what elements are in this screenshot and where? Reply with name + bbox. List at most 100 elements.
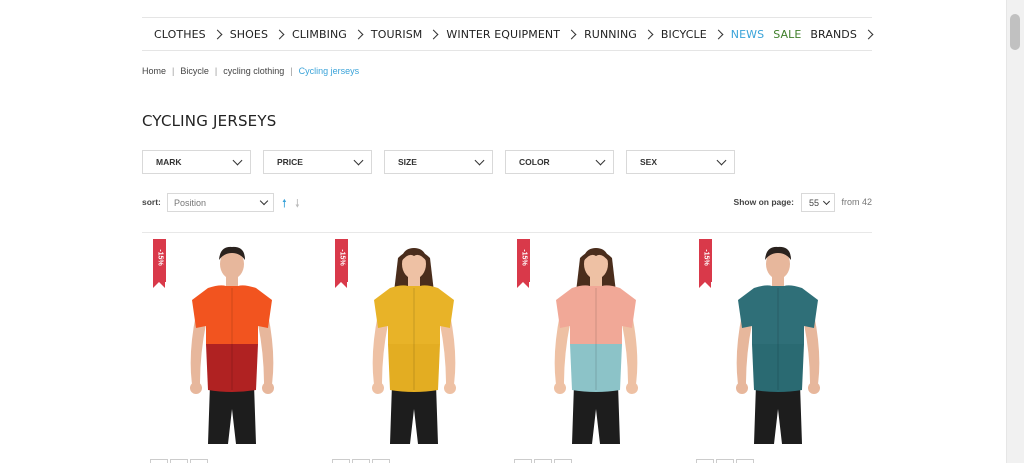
filter-price[interactable]: PRICE — [263, 150, 372, 174]
chevron-down-icon — [232, 155, 243, 165]
breadcrumb: Home | Bicycle | cycling clothing | Cycling je… — [142, 66, 359, 76]
shorts-shape — [754, 384, 802, 444]
breadcrumb-link[interactable]: Bicycle — [180, 66, 209, 76]
product-card[interactable]: -15% — [696, 238, 856, 463]
nav-item-label: TOURISM — [370, 27, 423, 41]
arrow-down-icon[interactable]: 🠗 — [295, 195, 300, 214]
nav-item-news[interactable]: NEWS — [731, 28, 764, 41]
arrow-up-icon[interactable]: 🠕 — [282, 195, 287, 214]
filter-label: MARK — [156, 157, 182, 167]
thumbnail[interactable] — [736, 459, 754, 463]
filter-label: SEX — [640, 157, 658, 167]
chevron-right-icon — [566, 29, 577, 39]
nav-item-bicycle[interactable]: BICYCLE — [660, 27, 724, 41]
thumbnail[interactable] — [332, 459, 350, 463]
thumbnail-strip — [332, 459, 390, 463]
discount-badge: -15% — [699, 239, 712, 288]
thumbnail[interactable] — [150, 459, 168, 463]
product-card[interactable]: -15% — [332, 238, 492, 463]
discount-badge-text: -15% — [702, 249, 710, 266]
thumbnail[interactable] — [514, 459, 532, 463]
nav-item-winter-equipment[interactable]: WINTER EQUIPMENT — [446, 27, 577, 41]
product-grid: -15% -15% -15% -15% — [150, 238, 872, 463]
filter-label: SIZE — [398, 157, 417, 167]
chevron-down-icon — [353, 155, 364, 165]
chevron-right-icon — [212, 29, 223, 39]
thumbnail[interactable] — [696, 459, 714, 463]
shorts-shape — [208, 384, 256, 444]
chevron-right-icon — [863, 29, 874, 39]
filter-size[interactable]: SIZE — [384, 150, 493, 174]
nav-item-label: SHOES — [229, 27, 269, 41]
filter-color[interactable]: COLOR — [505, 150, 614, 174]
nav-item-label: BICYCLE — [660, 27, 707, 41]
product-image — [372, 248, 456, 444]
nav-item-label: WINTER EQUIPMENT — [446, 27, 561, 41]
page-title: CYCLING JERSEYS — [142, 112, 277, 130]
nav-item-clothes[interactable]: CLOTHES — [142, 27, 223, 41]
nav-item-label: CLIMBING — [292, 27, 347, 41]
nav-item-tourism[interactable]: TOURISM — [370, 27, 439, 41]
filter-mark[interactable]: MARK — [142, 150, 251, 174]
sort-label: sort: — [142, 197, 161, 207]
filter-label: PRICE — [277, 157, 303, 167]
thumbnail[interactable] — [534, 459, 552, 463]
thumbnail[interactable] — [190, 459, 208, 463]
thumbnail[interactable] — [716, 459, 734, 463]
nav-item-climbing[interactable]: CLIMBING — [292, 27, 364, 41]
breadcrumb-link[interactable]: cycling clothing — [223, 66, 284, 76]
nav-item-brands[interactable]: BRANDS — [810, 27, 874, 41]
nav-item-shoes[interactable]: SHOES — [229, 27, 285, 41]
nav-item-label: SALE — [773, 27, 802, 41]
nav-item-sale[interactable]: SALE — [773, 28, 801, 41]
hand-left-shape — [190, 382, 202, 394]
chevron-down-icon — [716, 155, 727, 165]
filter-bar: MARK PRICE SIZE COLOR SEX — [142, 150, 735, 174]
chevron-down-icon — [259, 196, 269, 206]
thumbnail[interactable] — [554, 459, 572, 463]
chevron-right-icon — [353, 29, 364, 39]
thumbnail[interactable] — [372, 459, 390, 463]
shorts-shape — [572, 384, 620, 444]
discount-badge: -15% — [517, 239, 530, 288]
chevron-right-icon — [713, 29, 724, 39]
product-card[interactable]: -15% — [150, 238, 310, 463]
filter-sex[interactable]: SEX — [626, 150, 735, 174]
filter-label: COLOR — [519, 157, 550, 167]
breadcrumb-link[interactable]: Home — [142, 66, 166, 76]
per-page-value: 55 — [809, 197, 820, 208]
nav-item-label: BRANDS — [810, 27, 857, 41]
thumbnail-strip — [150, 459, 208, 463]
discount-badge-text: -15% — [338, 249, 346, 266]
product-image — [554, 248, 638, 444]
hand-left-shape — [372, 382, 384, 394]
hand-right-shape — [626, 382, 638, 394]
discount-badge-text: -15% — [520, 249, 528, 266]
product-card[interactable]: -15% — [514, 238, 674, 463]
total-count: from 42 — [841, 197, 872, 207]
shorts-shape — [390, 384, 438, 444]
thumbnail[interactable] — [352, 459, 370, 463]
product-image — [736, 246, 820, 444]
show-on-page-label: Show on page: — [733, 197, 794, 207]
chevron-right-icon — [643, 29, 654, 39]
sort-select[interactable]: Position — [167, 193, 274, 212]
thumbnail-strip — [696, 459, 754, 463]
chevron-down-icon — [822, 197, 831, 205]
nav-item-label: CLOTHES — [154, 27, 206, 41]
product-image — [190, 246, 274, 444]
per-page-select[interactable]: 55 — [801, 193, 835, 212]
breadcrumb-separator: | — [214, 66, 218, 76]
main-navigation: CLOTHES SHOES CLIMBING TOURISM WINTER EQUIPM… — [142, 17, 874, 51]
thumbnail-strip — [514, 459, 572, 463]
discount-badge: -15% — [153, 239, 166, 288]
chevron-right-icon — [428, 29, 439, 39]
thumbnail[interactable] — [170, 459, 188, 463]
nav-item-running[interactable]: RUNNING — [584, 28, 654, 41]
scrollbar-thumb[interactable] — [1010, 14, 1020, 50]
chevron-down-icon — [474, 155, 485, 165]
scrollbar[interactable] — [1006, 0, 1024, 463]
breadcrumb-separator: | — [290, 66, 293, 76]
nav-item-label: NEWS — [730, 27, 765, 41]
discount-badge: -15% — [335, 239, 348, 288]
